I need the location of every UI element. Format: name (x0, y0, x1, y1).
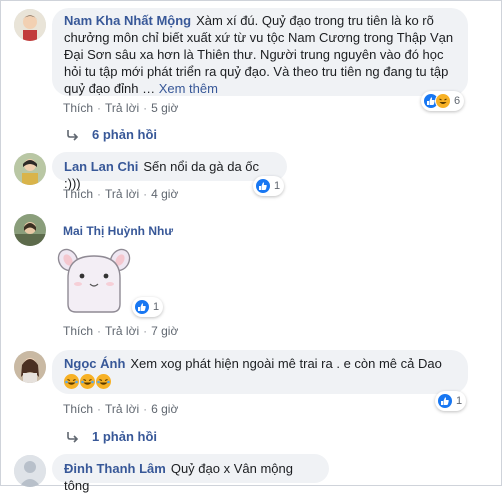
timestamp[interactable]: 4 giờ (151, 187, 178, 201)
comment-bubble: Đinh Thanh Lâm Quỷ đạo x Vân mộng tông (52, 454, 329, 493)
comments-panel: Nam Kha Nhất Mộng Xàm xí đú. Quỷ đạo tron… (0, 0, 502, 493)
reply-link[interactable]: Trả lời (105, 187, 139, 201)
reaction-count: 1 (274, 180, 281, 192)
view-replies-link[interactable]: 1 phản hồi (66, 429, 157, 444)
comment-text: Nam Kha Nhất Mộng Xàm xí đú. Quỷ đạo tron… (64, 13, 454, 96)
reply-link[interactable]: Trả lời (105, 101, 139, 115)
reply-arrow-icon (67, 129, 79, 141)
like-link[interactable]: Thích (63, 101, 93, 115)
avatar[interactable] (14, 153, 46, 185)
like-reaction-icon (134, 299, 150, 315)
reaction-summary[interactable]: 6 (421, 91, 465, 111)
comment-bubble: Lan Lan Chi Sến nổi da gà da ốc :))) (52, 152, 287, 191)
comment-bubble: Ngọc Ánh Xem xog phát hiện ngoài mê trai … (52, 350, 468, 394)
reaction-count: 1 (153, 301, 160, 313)
timestamp[interactable]: 5 giờ (151, 101, 178, 115)
reaction-count: 6 (454, 95, 461, 107)
comment-author[interactable]: Mai Thị Huỳnh Như (63, 224, 173, 238)
timestamp[interactable]: 7 giờ (151, 324, 178, 338)
comment-actions: Thích · Trả lời · 4 giờ (63, 187, 179, 201)
reply-link[interactable]: Trả lời (105, 402, 139, 416)
comment-actions: Thích · Trả lời · 5 giờ (63, 101, 179, 115)
comment-bubble: Nam Kha Nhất Mộng Xàm xí đú. Quỷ đạo tron… (52, 8, 468, 96)
reaction-summary[interactable]: 1 (435, 391, 467, 411)
laughing-emoji-icon (96, 374, 111, 389)
reply-link[interactable]: Trả lời (105, 324, 139, 338)
like-link[interactable]: Thích (63, 324, 93, 338)
haha-reaction-icon (435, 93, 451, 109)
see-more-link[interactable]: Xem thêm (159, 81, 218, 96)
avatar[interactable] (14, 455, 46, 487)
reaction-summary[interactable]: 1 (132, 297, 164, 317)
avatar[interactable] (14, 214, 46, 246)
reaction-count: 1 (456, 395, 463, 407)
view-replies-link[interactable]: 6 phản hồi (66, 127, 157, 142)
like-reaction-icon (255, 178, 271, 194)
avatar[interactable] (14, 351, 46, 383)
like-link[interactable]: Thích (63, 402, 93, 416)
comment-actions: Thích · Trả lời · 6 giờ (63, 402, 179, 416)
laughing-emoji-icon (80, 374, 95, 389)
sticker-bunny (54, 244, 134, 316)
reply-arrow-icon (67, 431, 79, 443)
avatar[interactable] (14, 9, 46, 41)
comment-author[interactable]: Nam Kha Nhất Mộng (64, 13, 191, 28)
comment-author[interactable]: Đinh Thanh Lâm (64, 461, 166, 476)
like-link[interactable]: Thích (63, 187, 93, 201)
laughing-emoji-icon (64, 374, 79, 389)
comment-author[interactable]: Ngọc Ánh (64, 356, 125, 371)
like-reaction-icon (437, 393, 453, 409)
comment-actions: Thích · Trả lời · 7 giờ (63, 324, 179, 338)
reaction-summary[interactable]: 1 (253, 176, 285, 196)
timestamp[interactable]: 6 giờ (151, 402, 178, 416)
comment-author[interactable]: Lan Lan Chi (64, 159, 138, 174)
emoji-row (64, 373, 456, 390)
comment-text: Xem xog phát hiện ngoài mê trai ra . e c… (130, 356, 442, 371)
